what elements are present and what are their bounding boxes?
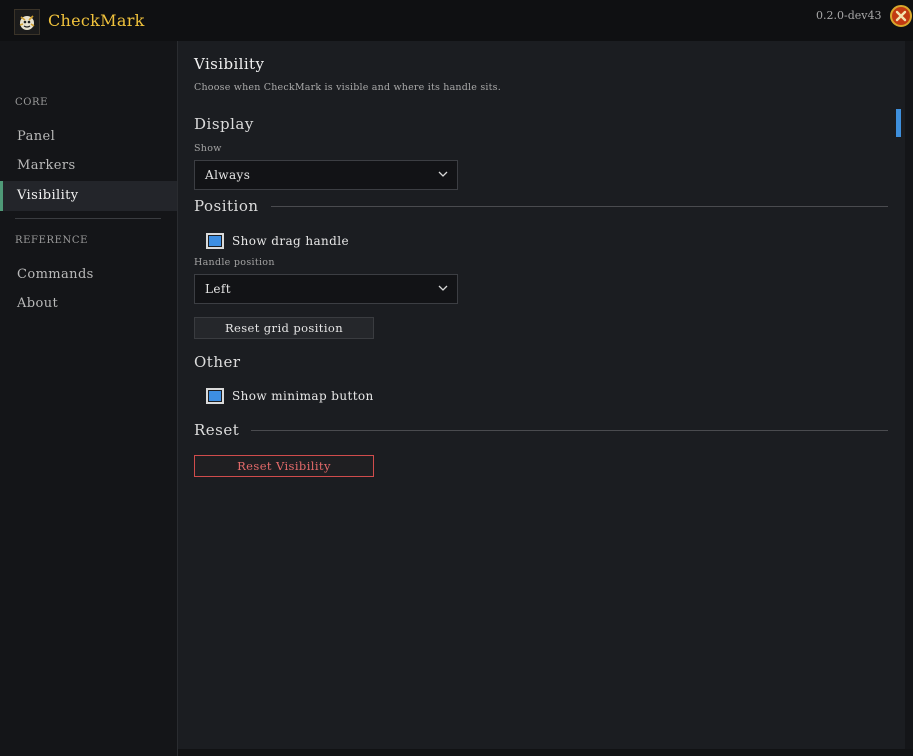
show-label: Show	[194, 143, 222, 154]
checkbox-checked-indicator	[209, 391, 221, 401]
show-drag-handle-label[interactable]: Show drag handle	[232, 234, 349, 248]
bottom-border	[178, 749, 913, 756]
chevron-down-icon	[438, 285, 448, 291]
page-title: Visibility	[194, 55, 265, 73]
show-minimap-button-checkbox[interactable]	[206, 388, 224, 404]
scrollbar-thumb[interactable]	[896, 109, 901, 137]
section-divider-position	[271, 206, 888, 207]
settings-panel: Visibility Choose when CheckMark is visi…	[178, 41, 905, 749]
show-dropdown[interactable]: Always	[194, 160, 458, 190]
title-bar: CheckMark 0.2.0-dev43	[0, 0, 913, 41]
page-subtitle: Choose when CheckMark is visible and whe…	[194, 82, 501, 93]
sidebar-section-reference: REFERENCE	[15, 235, 88, 246]
section-divider-reset	[251, 430, 888, 431]
section-heading-other: Other	[194, 353, 241, 371]
section-heading-display: Display	[194, 115, 254, 133]
sidebar: CORE Panel Markers Visibility REFERENCE …	[0, 41, 177, 756]
checkmark-emblem-icon	[14, 9, 40, 35]
sidebar-item-about[interactable]: About	[0, 289, 177, 319]
sidebar-item-visibility[interactable]: Visibility	[0, 181, 177, 211]
handle-position-dropdown[interactable]: Left	[194, 274, 458, 304]
sidebar-item-commands[interactable]: Commands	[0, 260, 177, 290]
chevron-down-icon	[438, 171, 448, 177]
sidebar-section-core: CORE	[15, 97, 49, 108]
close-icon	[895, 10, 907, 22]
section-heading-reset: Reset	[194, 421, 240, 439]
sidebar-item-panel[interactable]: Panel	[0, 122, 177, 152]
handle-position-label: Handle position	[194, 257, 275, 268]
app-title: CheckMark	[48, 11, 145, 30]
checkbox-checked-indicator	[209, 236, 221, 246]
handle-position-dropdown-value: Left	[205, 282, 231, 296]
version-label: 0.2.0-dev43	[816, 9, 882, 22]
reset-grid-position-button[interactable]: Reset grid position	[194, 317, 374, 339]
section-heading-position: Position	[194, 197, 259, 215]
show-drag-handle-checkbox[interactable]	[206, 233, 224, 249]
show-dropdown-value: Always	[205, 168, 251, 182]
right-border	[905, 41, 913, 749]
sidebar-divider	[15, 218, 161, 219]
close-button[interactable]	[890, 5, 912, 27]
show-minimap-button-label[interactable]: Show minimap button	[232, 389, 374, 403]
reset-visibility-button[interactable]: Reset Visibility	[194, 455, 374, 477]
sidebar-item-markers[interactable]: Markers	[0, 151, 177, 181]
